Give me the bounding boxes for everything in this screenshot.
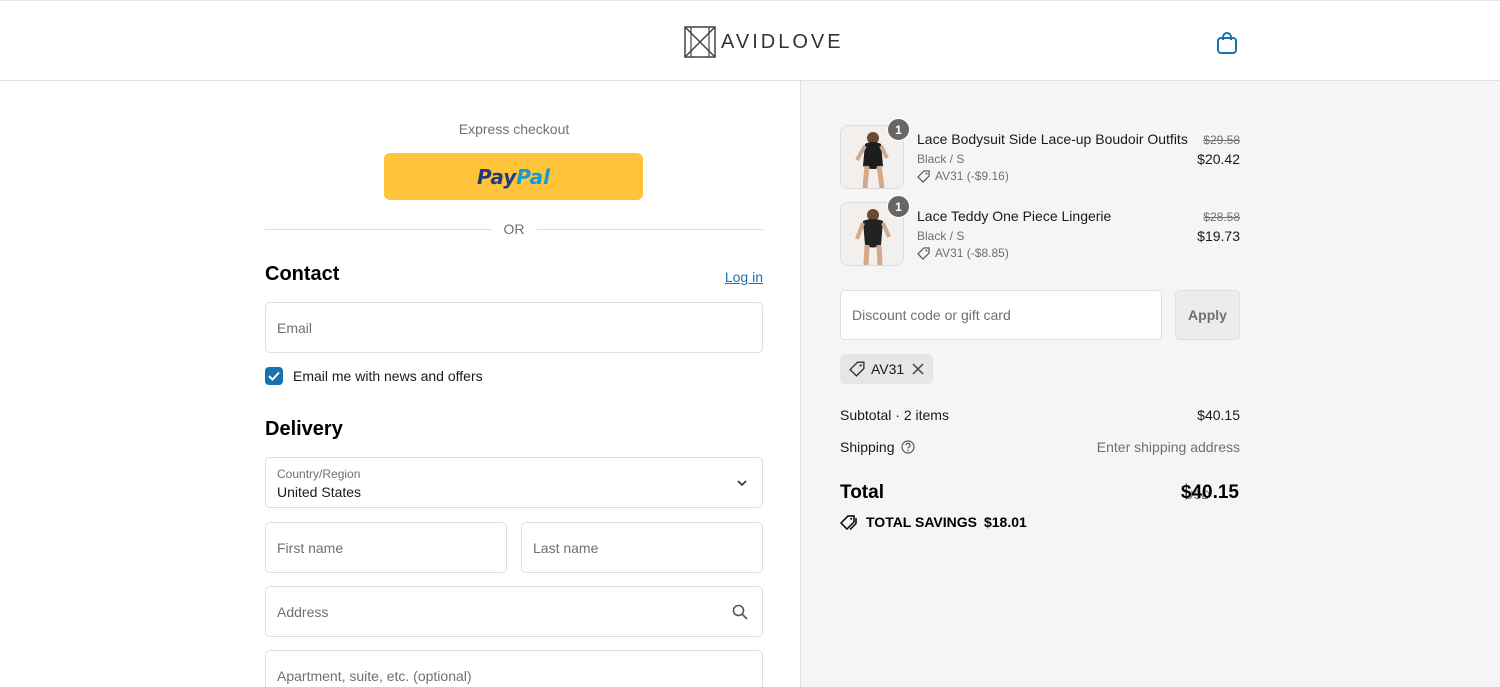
cart-button[interactable] <box>1214 30 1240 56</box>
remove-discount-button[interactable] <box>912 363 924 375</box>
checkmark-icon <box>268 371 280 381</box>
chevron-down-icon <box>737 479 747 486</box>
or-divider: OR <box>265 219 763 239</box>
last-name-field[interactable]: Last name <box>521 522 763 573</box>
discounted-price: $20.42 <box>1197 151 1240 167</box>
product-name: Lace Bodysuit Side Lace-up Boudoir Outfi… <box>917 131 1188 147</box>
newsletter-option[interactable]: Email me with news and offers <box>265 367 483 385</box>
apartment-field[interactable]: Apartment, suite, etc. (optional) <box>265 650 763 687</box>
delivery-title: Delivery <box>265 418 343 440</box>
total-label: Total <box>840 482 884 503</box>
applied-discount-chip: AV31 <box>840 354 934 384</box>
apartment-placeholder: Apartment, suite, etc. (optional) <box>277 667 472 684</box>
discount-code-placeholder: Discount code or gift card <box>852 307 1011 323</box>
shopping-bag-icon <box>1217 32 1237 54</box>
paypal-button[interactable]: PayPal <box>384 153 643 200</box>
search-icon <box>732 604 748 620</box>
original-price: $29.58 <box>1203 133 1240 147</box>
shipping-label: Shipping <box>840 439 895 455</box>
email-placeholder: Email <box>277 319 313 336</box>
shipping-value: Enter shipping address <box>1096 439 1240 455</box>
brand-logo-mark-icon <box>684 26 716 58</box>
shipping-info-button[interactable] <box>900 440 915 454</box>
shipping-label-group: Shipping <box>840 439 915 455</box>
tag-icon <box>917 246 930 260</box>
product-discount-label: AV31 (-$9.16) <box>935 169 1009 183</box>
last-name-placeholder: Last name <box>533 539 599 556</box>
subtotal-value: $40.15 <box>1197 407 1240 423</box>
product-name: Lace Teddy One Piece Lingerie <box>917 208 1112 224</box>
close-icon <box>912 363 924 375</box>
shipping-row: Shipping Enter shipping address <box>840 439 1240 459</box>
tag-icon <box>849 361 865 377</box>
apply-discount-button[interactable]: Apply <box>1175 290 1240 340</box>
product-discount: AV31 (-$9.16) <box>917 169 1009 183</box>
discount-code-input[interactable]: Discount code or gift card <box>840 290 1162 340</box>
checkout-form: Express checkout PayPal OR Contact Log i… <box>0 81 800 687</box>
brand-name: AVIDLOVE <box>721 30 844 53</box>
original-price: $28.58 <box>1203 210 1240 224</box>
paypal-logo: PayPal <box>476 164 551 189</box>
product-variant: Black / S <box>917 152 965 166</box>
subtotal-label: Subtotal · 2 items <box>840 407 949 423</box>
country-value: United States <box>277 484 362 500</box>
first-name-placeholder: First name <box>277 539 344 556</box>
total-value: $40.15 <box>1180 482 1239 503</box>
discounted-price: $19.73 <box>1197 228 1240 244</box>
header: AVIDLOVE <box>0 0 1500 81</box>
product-variant: Black / S <box>917 229 965 243</box>
subtotal-row: Subtotal · 2 items $40.15 <box>840 407 1240 427</box>
tags-icon <box>840 515 857 530</box>
line-item: 1 Lace Bodysuit Side Lace-up Boudoir Out… <box>840 118 1240 189</box>
applied-discount-code: AV31 <box>871 361 905 377</box>
total-savings-value: $18.01 <box>983 514 1027 530</box>
express-checkout-label: Express checkout <box>458 121 570 137</box>
product-discount-label: AV31 (-$8.85) <box>935 246 1009 260</box>
quantity-badge: 1 <box>887 195 910 218</box>
quantity-badge: 1 <box>887 118 910 141</box>
address-field[interactable]: Address <box>265 586 763 637</box>
question-circle-icon <box>900 440 915 454</box>
country-select[interactable]: Country/Region United States <box>265 457 763 508</box>
divider-line <box>265 228 492 230</box>
tag-icon <box>917 169 930 183</box>
country-label: Country/Region <box>277 467 361 481</box>
line-item: 1 Lace Teddy One Piece Lingerie Black / … <box>840 195 1240 266</box>
first-name-field[interactable]: First name <box>265 522 507 573</box>
total-savings-label: TOTAL SAVINGS <box>866 514 977 530</box>
or-label: OR <box>503 221 525 237</box>
address-placeholder: Address <box>277 603 329 620</box>
newsletter-checkbox[interactable] <box>265 367 283 385</box>
divider-line <box>536 228 763 230</box>
login-link[interactable]: Log in <box>725 269 763 285</box>
product-discount: AV31 (-$8.85) <box>917 246 1009 260</box>
brand-logo[interactable]: AVIDLOVE <box>683 24 844 60</box>
newsletter-label: Email me with news and offers <box>293 368 483 384</box>
contact-title: Contact <box>265 263 340 285</box>
email-field[interactable]: Email <box>265 302 763 353</box>
total-savings: TOTAL SAVINGS $18.01 <box>840 514 1027 530</box>
order-summary: 1 Lace Bodysuit Side Lace-up Boudoir Out… <box>800 81 1500 687</box>
